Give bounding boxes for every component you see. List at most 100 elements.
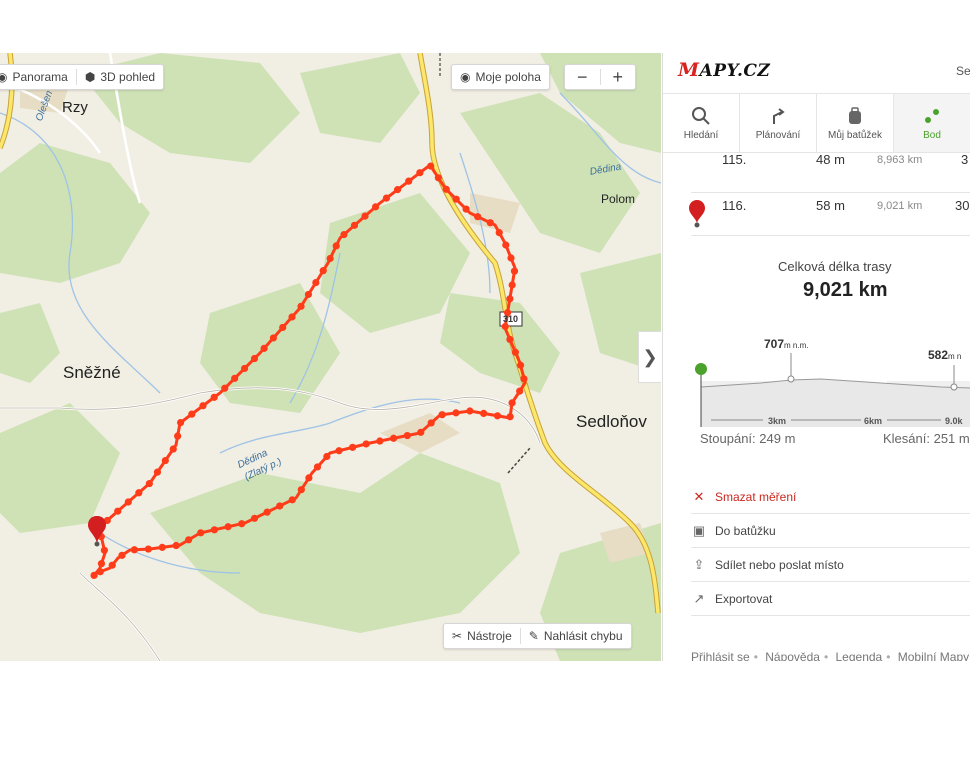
route-point[interactable] — [462, 205, 470, 213]
route-point[interactable] — [495, 229, 503, 237]
route-point[interactable] — [313, 463, 322, 471]
route-point[interactable] — [231, 374, 239, 382]
route-point[interactable] — [96, 568, 104, 576]
route-point[interactable] — [389, 434, 398, 442]
route-point[interactable] — [260, 344, 268, 352]
route-point[interactable] — [416, 169, 424, 177]
route-point[interactable] — [493, 412, 502, 420]
route-point[interactable] — [312, 278, 320, 287]
3d-view-button[interactable]: ⬢ 3D pohled — [77, 65, 163, 89]
route-point[interactable] — [323, 452, 331, 461]
route-point[interactable] — [199, 402, 207, 410]
route-point[interactable] — [145, 479, 153, 488]
zoom-out-button[interactable]: − — [565, 65, 600, 89]
mapy-logo[interactable]: MAPY.CZ — [678, 59, 770, 81]
route-point[interactable] — [362, 440, 370, 448]
route-point[interactable] — [480, 409, 488, 417]
point-row[interactable]: 116. 58 m 9,021 km 30 — [689, 193, 970, 236]
route-point[interactable] — [238, 520, 246, 528]
route-point[interactable] — [118, 551, 126, 559]
add-to-backpack-button[interactable]: ▣ Do batůžku — [691, 514, 970, 548]
footer-link-legend[interactable]: Legenda — [836, 650, 883, 661]
route-point[interactable] — [516, 387, 524, 395]
route-point[interactable] — [90, 571, 98, 579]
tab-planning[interactable]: Plánování — [740, 94, 817, 152]
route-point[interactable] — [486, 219, 494, 227]
route-point[interactable] — [502, 241, 510, 249]
route-point[interactable] — [452, 195, 460, 203]
panel-top-right-link[interactable]: Se — [956, 64, 970, 78]
route-point[interactable] — [319, 267, 327, 275]
route-point[interactable] — [326, 254, 334, 263]
route-point[interactable] — [221, 384, 229, 392]
route-point[interactable] — [177, 418, 185, 427]
route-point[interactable] — [135, 489, 143, 497]
my-location-button[interactable]: ◉ Moje poloha — [451, 64, 550, 90]
share-button[interactable]: ⇪ Sdílet nebo poslat místo — [691, 548, 970, 582]
elevation-profile[interactable] — [691, 331, 970, 431]
report-error-button[interactable]: ✎ Nahlásit chybu — [521, 624, 631, 648]
tools-button[interactable]: ✂ Nástroje — [444, 624, 520, 648]
route-point[interactable] — [279, 323, 287, 332]
route-point[interactable] — [442, 185, 450, 193]
panorama-button[interactable]: ◉ Panorama — [0, 65, 76, 89]
route-point[interactable] — [350, 221, 359, 229]
route-point[interactable] — [516, 361, 525, 369]
route-point[interactable] — [417, 428, 425, 436]
route-point[interactable] — [305, 474, 313, 482]
route-point[interactable] — [185, 536, 193, 544]
route-point[interactable] — [158, 543, 166, 551]
route-point[interactable] — [97, 560, 106, 568]
route-point[interactable] — [361, 212, 369, 220]
route-point[interactable] — [250, 514, 259, 522]
route-point[interactable] — [240, 364, 249, 373]
zoom-in-button[interactable]: + — [601, 65, 636, 89]
route-point[interactable] — [124, 498, 132, 506]
route-point[interactable] — [161, 456, 169, 465]
route-point[interactable] — [510, 267, 519, 275]
route-point[interactable] — [304, 290, 313, 299]
route-point[interactable] — [427, 162, 435, 170]
map-canvas[interactable] — [0, 53, 661, 661]
route-point[interactable] — [474, 213, 482, 221]
route-point[interactable] — [224, 523, 232, 531]
route-point[interactable] — [197, 529, 205, 537]
route-point[interactable] — [507, 254, 515, 262]
route-point[interactable] — [288, 313, 296, 321]
map-view[interactable]: Rzy Sněžné Sedloňov Polom Dědina Dědina … — [0, 53, 661, 661]
route-point[interactable] — [403, 431, 411, 440]
route-point[interactable] — [335, 447, 343, 455]
route-point[interactable] — [434, 174, 442, 182]
route-point[interactable] — [508, 399, 516, 407]
route-point[interactable] — [405, 177, 413, 185]
route-point[interactable] — [210, 393, 218, 401]
export-button[interactable]: ↗ Exportovat — [691, 582, 970, 616]
route-point[interactable] — [506, 335, 514, 344]
tab-points[interactable]: Bod — [894, 94, 970, 152]
route-point[interactable] — [108, 561, 116, 569]
route-point[interactable] — [250, 354, 259, 363]
tab-search[interactable]: Hledání — [663, 94, 740, 152]
route-point[interactable] — [263, 508, 271, 516]
route-point[interactable] — [376, 437, 384, 445]
route-point[interactable] — [466, 407, 474, 415]
collapse-panel-button[interactable]: ❯ — [638, 331, 661, 383]
route-point[interactable] — [427, 419, 435, 427]
route-point[interactable] — [188, 410, 196, 418]
route-point[interactable] — [332, 242, 340, 250]
footer-link-mobile[interactable]: Mobilní Mapy — [898, 650, 969, 661]
route-point[interactable] — [174, 432, 182, 440]
route-point[interactable] — [169, 445, 177, 453]
route-point[interactable] — [382, 194, 391, 202]
route-point[interactable] — [114, 507, 122, 515]
route-point[interactable] — [348, 443, 357, 451]
point-row[interactable]: 115. 48 m 8,963 km 3 — [691, 152, 970, 193]
tab-backpack[interactable]: Můj batůžek — [817, 94, 894, 152]
route-point[interactable] — [371, 203, 380, 211]
route-point[interactable] — [506, 295, 514, 303]
delete-measurement-button[interactable]: ✕ Smazat měření — [691, 480, 970, 514]
route-point[interactable] — [130, 546, 138, 554]
footer-link-login[interactable]: Přihlásit se — [691, 650, 750, 661]
route-point[interactable] — [506, 413, 514, 421]
route-point[interactable] — [297, 302, 305, 310]
